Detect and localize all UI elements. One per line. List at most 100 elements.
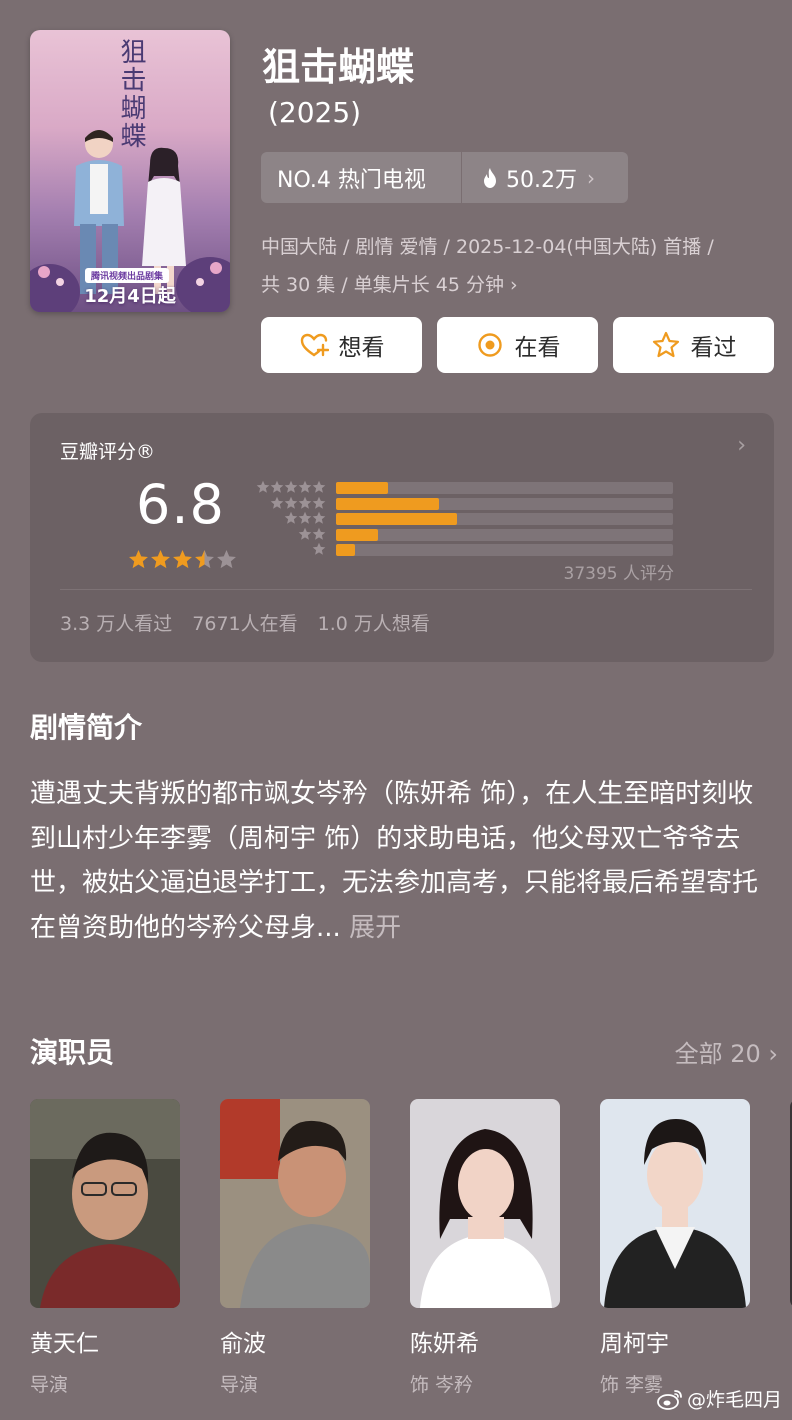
star-filled-icon <box>151 550 170 569</box>
chevron-right-icon: › <box>587 165 595 190</box>
cast-list: 黄天仁 导演 俞波 导演 陈妍希 饰 岑矜 周柯宇 饰 李雾 <box>30 1099 792 1399</box>
page-title: 狙击蝴蝶 <box>262 45 415 89</box>
rating-bar-fill <box>336 482 389 494</box>
want-count: 1.0 万人想看 <box>317 613 430 635</box>
divider <box>60 589 752 590</box>
rating-row-stars <box>256 511 326 525</box>
rating-bar-track <box>336 513 673 525</box>
cast-card[interactable]: 周柯宇 饰 李雾 <box>600 1099 750 1397</box>
rating-row-4-star <box>256 496 673 510</box>
star-filled-icon <box>129 550 148 569</box>
rating-count: 37395 人评分 <box>563 564 674 584</box>
star-icon <box>652 331 679 358</box>
cast-card[interactable]: 俞波 导演 <box>220 1099 370 1397</box>
watching-button[interactable]: 在看 <box>437 317 598 373</box>
heat-value: 50.2万 <box>506 167 577 193</box>
cast-role: 饰 岑矜 <box>410 1374 474 1396</box>
star-empty-icon <box>217 550 236 569</box>
poster-date: 12月4日起 <box>84 286 176 307</box>
chevron-right-icon: › <box>510 274 518 296</box>
star-small-icon <box>312 511 326 524</box>
rating-bar-fill <box>336 513 458 525</box>
star-small-icon <box>298 480 312 493</box>
ranking-badge[interactable]: NO.4 热门电视 50.2万 › <box>261 152 628 203</box>
star-small-icon <box>298 527 312 540</box>
star-small-icon <box>298 511 312 524</box>
movie-detail-page: 狙击蝴蝶 腾讯视频出品剧集 12月4日起 狙击蝴蝶 (2025) NO.4 热门… <box>0 0 792 1420</box>
cast-name: 俞波 <box>220 1331 266 1357</box>
heart-plus-icon <box>300 333 329 357</box>
meta-line-1: 中国大陆 / 剧情 爱情 / 2025-12-04(中国大陆) 首播 / <box>261 236 714 258</box>
cast-name: 黄天仁 <box>30 1331 99 1357</box>
watched-button[interactable]: 看过 <box>613 317 774 373</box>
chevron-right-icon: › <box>768 1040 778 1068</box>
want-to-watch-label: 想看 <box>338 335 385 361</box>
star-half-icon <box>195 550 214 569</box>
rating-bar-track <box>336 544 673 556</box>
star-small-icon <box>284 496 298 509</box>
person-photo-icon <box>220 1099 370 1308</box>
rating-row-1-star <box>256 542 673 556</box>
star-small-icon <box>312 496 326 509</box>
watermark-text: @炸毛四月 <box>686 1389 782 1411</box>
rating-row-2-star <box>256 527 673 541</box>
star-small-icon <box>298 496 312 509</box>
cast-photo <box>30 1099 180 1308</box>
star-small-icon <box>256 480 270 493</box>
rating-card[interactable]: 豆瓣评分® › 6.8 37395 人评分 3.3 万人看过 7671人在看 1… <box>30 413 774 662</box>
rating-row-stars <box>256 480 326 494</box>
want-to-watch-button[interactable]: 想看 <box>261 317 422 373</box>
rating-bar-fill <box>336 497 439 510</box>
score-stars <box>128 549 237 570</box>
meta-info[interactable]: 中国大陆 / 剧情 爱情 / 2025-12-04(中国大陆) 首播 / 共 3… <box>261 228 776 304</box>
cast-title: 演职员 <box>30 1036 115 1069</box>
heat-score[interactable]: 50.2万 › <box>462 162 595 194</box>
rating-row-5-star <box>256 480 673 494</box>
expand-link[interactable]: 展开 <box>349 913 401 943</box>
watch-stats: 3.3 万人看过 7671人在看 1.0 万人想看 <box>60 609 430 636</box>
cast-role: 导演 <box>30 1374 69 1396</box>
person-photo-icon <box>410 1099 560 1308</box>
poster-image[interactable]: 狙击蝴蝶 腾讯视频出品剧集 12月4日起 <box>30 30 230 312</box>
cast-name: 陈妍希 <box>410 1331 479 1357</box>
rating-bar-fill <box>336 544 355 556</box>
rating-bar-track <box>336 497 673 510</box>
rating-label: 豆瓣评分® <box>60 441 156 463</box>
cast-role: 导演 <box>220 1374 259 1396</box>
person-photo-icon <box>600 1099 750 1308</box>
person-photo-icon <box>30 1099 180 1308</box>
cast-card[interactable]: 陈妍希 饰 岑矜 <box>410 1099 560 1397</box>
target-icon <box>477 333 502 357</box>
rank-label: NO.4 热门电视 <box>277 167 426 193</box>
rating-row-stars <box>256 496 326 510</box>
weibo-icon <box>657 1389 682 1410</box>
star-small-icon <box>312 527 326 540</box>
star-small-icon <box>284 511 298 524</box>
synopsis-title: 剧情简介 <box>30 711 143 744</box>
star-small-icon <box>312 480 326 493</box>
star-small-icon <box>270 480 284 493</box>
rating-bar-track <box>336 482 673 494</box>
cast-photo <box>410 1099 560 1308</box>
watermark: @炸毛四月 <box>657 1385 782 1412</box>
star-small-icon <box>284 480 298 493</box>
cast-photo <box>220 1099 370 1308</box>
rating-row-3-star <box>256 511 673 525</box>
rating-row-stars <box>256 527 326 541</box>
synopsis-text: 遭遇丈夫背叛的都市飒女岑矜（陈妍希 饰），在人生至暗时刻收到山村少年李雾（周柯宇… <box>30 772 765 950</box>
rating-bar-fill <box>336 528 379 541</box>
action-buttons: 想看 在看 看过 <box>261 317 774 373</box>
star-filled-icon <box>173 550 192 569</box>
release-year: (2025) <box>268 96 362 129</box>
watched-count: 3.3 万人看过 <box>60 613 173 635</box>
cast-photo <box>600 1099 750 1308</box>
watching-label: 在看 <box>514 335 561 361</box>
flame-icon <box>484 167 496 188</box>
cast-name: 周柯宇 <box>600 1331 669 1357</box>
watching-count: 7671人在看 <box>192 613 298 635</box>
cast-card[interactable]: 黄天仁 导演 <box>30 1099 180 1397</box>
cast-all-link[interactable]: 全部 20 › <box>675 1034 778 1069</box>
chevron-right-icon[interactable]: › <box>737 433 746 458</box>
cast-all-label: 全部 20 <box>674 1040 761 1068</box>
rating-row-stars <box>256 542 326 556</box>
